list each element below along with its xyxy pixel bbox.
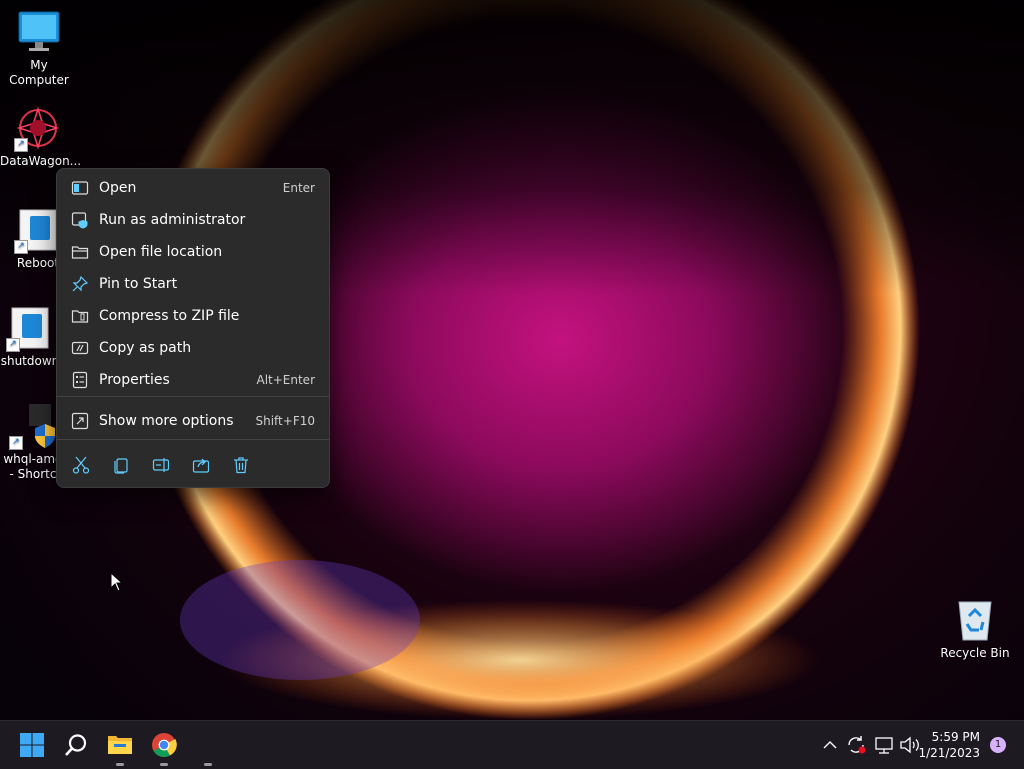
chrome-button[interactable] (144, 725, 184, 766)
desktop-icon-label: DataWagon... (0, 154, 82, 168)
menu-quick-actions (65, 451, 265, 479)
script-icon: ↗ (14, 208, 60, 254)
menu-item-label: Run as administrator (99, 212, 246, 228)
menu-item-copy-as-path[interactable]: Copy as path (61, 333, 325, 363)
menu-item-shortcut: Enter (282, 181, 315, 195)
recycle-bin-icon (953, 598, 997, 642)
menu-item-shortcut: Alt+Enter (256, 373, 315, 387)
delete-button[interactable] (225, 451, 257, 479)
taskbar-app-slot[interactable] (188, 725, 228, 766)
open-window-icon (71, 181, 89, 195)
menu-item-pin-to-start[interactable]: Pin to Start (61, 269, 325, 299)
running-indicator (116, 763, 124, 766)
clock-time: 5:59 PM (931, 730, 980, 744)
menu-item-properties[interactable]: Properties Alt+Enter (61, 365, 325, 395)
more-options-icon (71, 412, 89, 430)
zip-icon (71, 310, 89, 323)
desktop-icon-my-computer[interactable]: My Computer (1, 10, 77, 88)
desktop-icon-recycle-bin[interactable]: Recycle Bin (937, 598, 1013, 661)
file-explorer-button[interactable] (100, 725, 140, 766)
menu-item-label: Pin to Start (99, 276, 178, 292)
cut-icon (72, 456, 90, 474)
notification-badge[interactable]: 1 (990, 737, 1006, 753)
share-icon (192, 458, 210, 473)
desktop-icon-label: Recycle Bin (940, 646, 1010, 660)
clock-date: 1/21/2023 (918, 746, 980, 760)
running-indicator (204, 763, 212, 766)
folder-icon (71, 246, 89, 259)
menu-item-label: Open (99, 180, 137, 196)
network-icon[interactable] (872, 735, 896, 755)
menu-item-show-more-options[interactable]: Show more options Shift+F10 (61, 406, 325, 436)
menu-item-label: Properties (99, 372, 170, 388)
pin-icon (72, 275, 89, 292)
monitor-icon (17, 10, 61, 54)
menu-item-label: Open file location (99, 244, 223, 260)
delete-icon (234, 457, 248, 474)
mouse-cursor-icon (110, 572, 124, 592)
context-menu: Open Enter Run as administrator Open fil… (56, 168, 330, 488)
start-icon (20, 733, 44, 757)
menu-item-open[interactable]: Open Enter (61, 173, 325, 203)
search-icon (65, 734, 87, 756)
running-indicator (160, 763, 168, 766)
sync-icon[interactable] (844, 735, 868, 755)
taskbar: 5:59 PM 1/21/2023 1 (0, 720, 1024, 769)
menu-item-run-as-administrator[interactable]: Run as administrator (61, 205, 325, 235)
system-tray (818, 721, 922, 769)
desktop-icon-label: My Computer (9, 58, 69, 87)
copy-icon (114, 458, 128, 474)
menu-separator (57, 439, 329, 440)
menu-item-open-file-location[interactable]: Open file location (61, 237, 325, 267)
chevron-up-icon[interactable] (818, 735, 842, 755)
menu-separator (57, 396, 329, 397)
menu-item-label: Compress to ZIP file (99, 308, 240, 324)
clock[interactable]: 5:59 PM 1/21/2023 (918, 729, 980, 761)
datawagon-icon: ↗ (14, 106, 60, 152)
search-button[interactable] (56, 725, 96, 765)
path-icon (71, 341, 89, 355)
shortcut-arrow-icon: ↗ (9, 436, 23, 450)
installer-icon: ↗ (9, 404, 55, 450)
shortcut-arrow-icon: ↗ (6, 338, 20, 352)
cut-button[interactable] (65, 451, 97, 479)
rename-icon (152, 458, 170, 472)
file-explorer-icon (108, 736, 132, 754)
shield-icon (71, 212, 88, 229)
share-button[interactable] (185, 451, 217, 479)
start-button[interactable] (12, 725, 52, 765)
desktop-icon-datawagon[interactable]: ↗ DataWagon... (0, 106, 82, 169)
menu-item-label: Show more options (99, 413, 234, 429)
chrome-icon (152, 733, 177, 758)
script-icon: ↗ (6, 306, 52, 352)
properties-icon (72, 371, 88, 389)
menu-item-compress-to-zip[interactable]: Compress to ZIP file (61, 301, 325, 331)
copy-button[interactable] (105, 451, 137, 479)
shortcut-arrow-icon: ↗ (14, 240, 28, 254)
menu-item-label: Copy as path (99, 340, 192, 356)
shortcut-arrow-icon: ↗ (14, 138, 28, 152)
menu-item-shortcut: Shift+F10 (255, 414, 315, 428)
rename-button[interactable] (145, 451, 177, 479)
